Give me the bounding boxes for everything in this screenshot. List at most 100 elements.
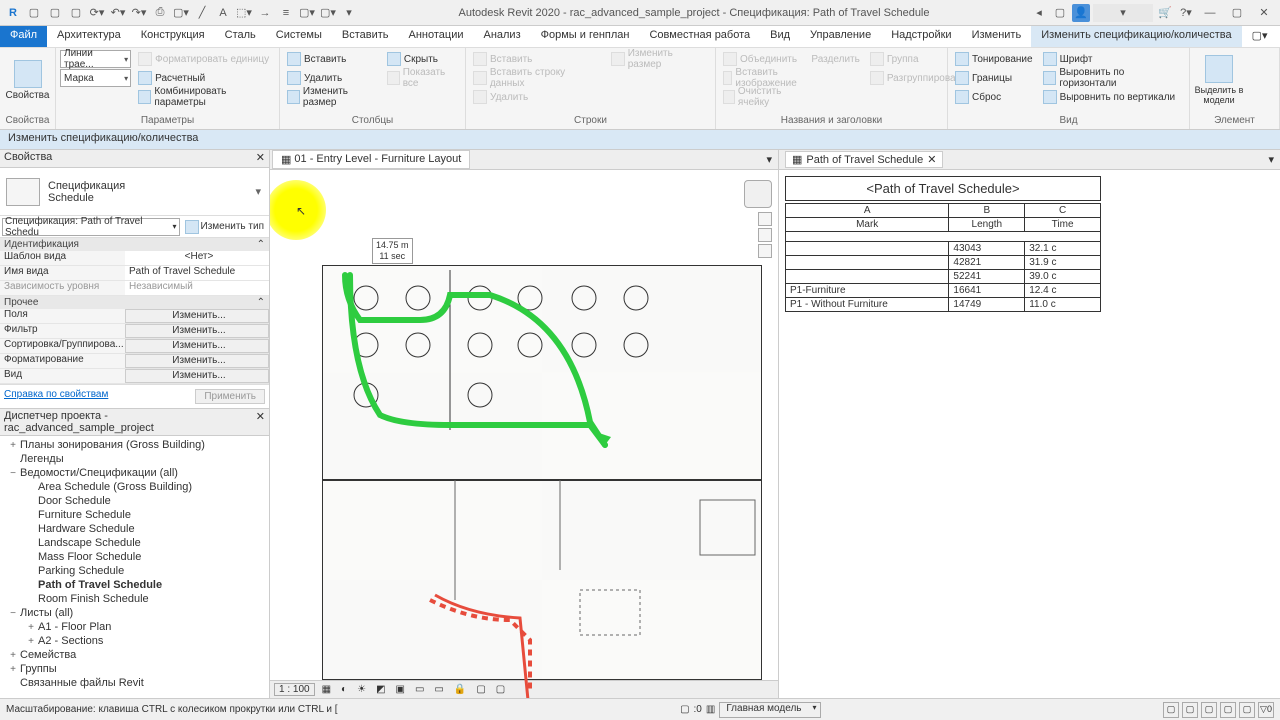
- tree-item[interactable]: +Планы зонирования (Gross Building): [2, 438, 267, 452]
- col-a[interactable]: A: [786, 204, 949, 218]
- highlight-model-button[interactable]: Выделить в модели: [1194, 50, 1244, 110]
- insert-col-button[interactable]: Вставить: [284, 50, 380, 68]
- hdr-len[interactable]: Length: [949, 218, 1025, 232]
- measure-icon[interactable]: ▢▾: [172, 4, 190, 22]
- edit-type-button[interactable]: Изменить тип: [182, 220, 267, 234]
- qat-customize-icon[interactable]: ▾: [340, 4, 358, 22]
- props-help-link[interactable]: Справка по свойствам: [4, 389, 108, 404]
- tab-insert[interactable]: Вставить: [332, 26, 399, 47]
- status-face-icon[interactable]: ▢: [1239, 702, 1255, 718]
- tree-item[interactable]: −Листы (all): [2, 606, 267, 620]
- tree-item[interactable]: +Группы: [2, 662, 267, 676]
- tree-item[interactable]: Связанные файлы Revit: [2, 676, 267, 690]
- sync-icon[interactable]: ⟳▾: [88, 4, 106, 22]
- status-filter-icon[interactable]: ▽0: [1258, 702, 1274, 718]
- prop-btn-sort[interactable]: Изменить...: [125, 339, 269, 353]
- nav-icon[interactable]: →: [256, 4, 274, 22]
- font-button[interactable]: Шрифт: [1040, 50, 1185, 68]
- group-ident[interactable]: Идентификация⌃: [0, 238, 269, 251]
- project-browser[interactable]: +Планы зонирования (Gross Building)Леген…: [0, 436, 269, 698]
- table-row[interactable]: 5224139.0 c: [786, 270, 1101, 284]
- tree-item[interactable]: Furniture Schedule: [2, 508, 267, 522]
- hdr-mark[interactable]: Mark: [786, 218, 949, 232]
- prop-val-template[interactable]: <Нет>: [125, 251, 269, 265]
- minimize-button[interactable]: —: [1198, 4, 1222, 22]
- mark-dropdown[interactable]: Марка: [60, 69, 131, 87]
- tab-arch[interactable]: Архитектура: [47, 26, 131, 47]
- tree-item[interactable]: Room Finish Schedule: [2, 592, 267, 606]
- apply-button[interactable]: Применить: [195, 389, 265, 404]
- delete-col-button[interactable]: Удалить: [284, 69, 380, 87]
- tree-item[interactable]: Landscape Schedule: [2, 536, 267, 550]
- borders-button[interactable]: Границы: [952, 69, 1036, 87]
- shading-button[interactable]: Тонирование: [952, 50, 1036, 68]
- tab-modify-schedule[interactable]: Изменить спецификацию/количества: [1031, 26, 1241, 47]
- type-selector[interactable]: Спецификация Schedule: [0, 168, 269, 216]
- props-close-icon[interactable]: ✕: [256, 151, 265, 166]
- instance-filter-dropdown[interactable]: Спецификация: Path of Travel Schedu: [2, 218, 180, 236]
- prop-btn-view[interactable]: Изменить...: [125, 369, 269, 383]
- close-button[interactable]: ✕: [1252, 4, 1276, 22]
- prop-btn-format[interactable]: Изменить...: [125, 354, 269, 368]
- halign-button[interactable]: Выровнить по горизонтали: [1040, 69, 1185, 87]
- table-row[interactable]: P1 - Without Furniture1474911.0 c: [786, 298, 1101, 312]
- status-req-icon[interactable]: ▢: [1163, 702, 1179, 718]
- table-row[interactable]: 4304332.1 c: [786, 242, 1101, 256]
- undo-icon[interactable]: ↶▾: [109, 4, 127, 22]
- tree-item[interactable]: Hardware Schedule: [2, 522, 267, 536]
- redo-icon[interactable]: ↷▾: [130, 4, 148, 22]
- link-icon[interactable]: ▢▾: [319, 4, 337, 22]
- save-icon[interactable]: ▢: [46, 4, 64, 22]
- tab-file[interactable]: Файл: [0, 26, 47, 47]
- line-icon[interactable]: ╱: [193, 4, 211, 22]
- tree-item[interactable]: Mass Floor Schedule: [2, 550, 267, 564]
- tab-addins[interactable]: Надстройки: [881, 26, 961, 47]
- tree-item[interactable]: Path of Travel Schedule: [2, 578, 267, 592]
- reset-button[interactable]: Сброс: [952, 88, 1036, 106]
- print-icon[interactable]: ⎙: [151, 4, 169, 22]
- status-sel-icon[interactable]: ▢: [1201, 702, 1217, 718]
- properties-big-button[interactable]: Свойства: [4, 50, 51, 110]
- tree-item[interactable]: −Ведомости/Спецификации (all): [2, 466, 267, 480]
- tree-item[interactable]: +A1 - Floor Plan: [2, 620, 267, 634]
- hdr-time[interactable]: Time: [1025, 218, 1101, 232]
- status-link-icon[interactable]: ▢: [1182, 702, 1198, 718]
- help-icon[interactable]: ?▾: [1177, 4, 1195, 22]
- switch-icon[interactable]: ≡: [277, 4, 295, 22]
- tab-systems[interactable]: Системы: [266, 26, 332, 47]
- schedule-tab[interactable]: ▦ Path of Travel Schedule ✕: [785, 151, 943, 168]
- prop-btn-fields[interactable]: Изменить...: [125, 309, 269, 323]
- view-tab-menu-icon[interactable]: ▾: [760, 153, 778, 166]
- browser-close-icon[interactable]: ✕: [256, 410, 265, 434]
- calculated-button[interactable]: Расчетный: [135, 69, 275, 87]
- saveas-icon[interactable]: ▢: [67, 4, 85, 22]
- hide-col-button[interactable]: Скрыть: [384, 50, 461, 68]
- text-icon[interactable]: A: [214, 4, 232, 22]
- tab-analyze[interactable]: Анализ: [473, 26, 530, 47]
- workset-selector[interactable]: Главная модель: [719, 702, 820, 718]
- col-b[interactable]: B: [949, 204, 1025, 218]
- tree-item[interactable]: Parking Schedule: [2, 564, 267, 578]
- tree-item[interactable]: Легенды: [2, 452, 267, 466]
- status-icon2[interactable]: ▥: [706, 704, 715, 715]
- search-icon[interactable]: ◂: [1030, 4, 1048, 22]
- close-win-icon[interactable]: ▢▾: [298, 4, 316, 22]
- user-icon[interactable]: 👤: [1072, 4, 1090, 22]
- tree-item[interactable]: +A2 - Sections: [2, 634, 267, 648]
- open-icon[interactable]: ▢: [25, 4, 43, 22]
- tab-modify[interactable]: Изменить: [962, 26, 1032, 47]
- line-type-dropdown[interactable]: Линии трае...: [60, 50, 131, 68]
- prop-val-name[interactable]: Path of Travel Schedule: [125, 266, 269, 280]
- tab-steel[interactable]: Сталь: [215, 26, 266, 47]
- 3d-icon[interactable]: ⬚▾: [235, 4, 253, 22]
- keys-icon[interactable]: ▢: [1051, 4, 1069, 22]
- tree-item[interactable]: Door Schedule: [2, 494, 267, 508]
- table-row[interactable]: P1-Furniture1664112.4 c: [786, 284, 1101, 298]
- valign-button[interactable]: Выровнить по вертикали: [1040, 88, 1185, 106]
- combine-params-button[interactable]: Комбинировать параметры: [135, 88, 275, 106]
- status-icon1[interactable]: ▢: [680, 704, 689, 715]
- user-menu[interactable]: ▾: [1093, 4, 1153, 22]
- tree-item[interactable]: +Семейства: [2, 648, 267, 662]
- prop-btn-filter[interactable]: Изменить...: [125, 324, 269, 338]
- tab-collab[interactable]: Совместная работа: [639, 26, 760, 47]
